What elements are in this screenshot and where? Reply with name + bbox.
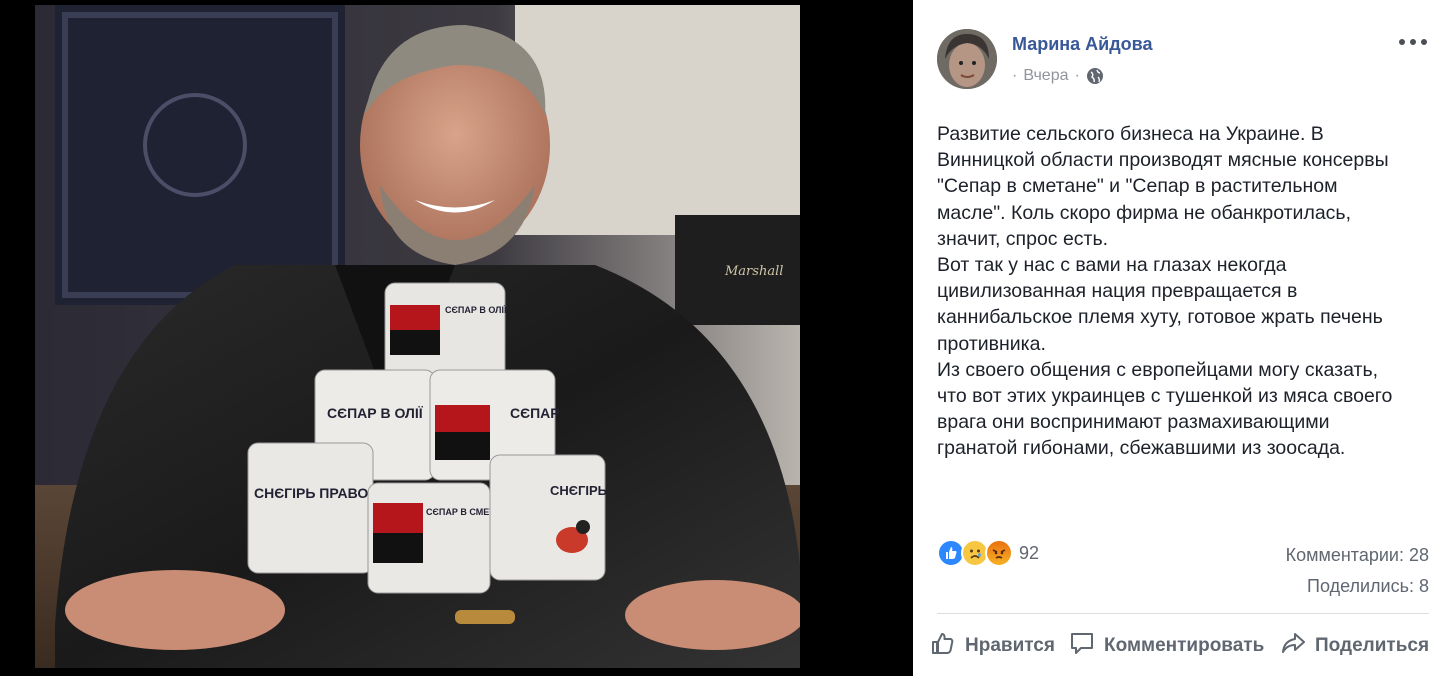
comment-bubble-icon	[1068, 629, 1096, 663]
meta-separator: ·	[1074, 67, 1080, 84]
share-label: Поделиться	[1315, 635, 1430, 656]
author-name[interactable]: Марина Айдова	[1012, 34, 1153, 55]
can-label: СЄПАР В ОЛІЇ	[327, 405, 424, 421]
divider	[937, 613, 1429, 614]
post-text-line: Развитие сельского бизнеса на Украине. В	[937, 123, 1324, 145]
share-button[interactable]: Поделиться	[1279, 630, 1429, 662]
more-options-icon[interactable]	[1399, 34, 1427, 50]
post-text-line: что вот этих украинцев с тушенкой из мяс…	[937, 385, 1393, 408]
meta-separator: ·	[1012, 67, 1018, 84]
post-text: Развитие сельского бизнеса на Украине. В…	[937, 121, 1437, 462]
comment-button[interactable]: Комментировать	[1068, 630, 1264, 662]
post-text-line: цивилизованная нация превращается в	[937, 280, 1298, 303]
post-text-line: "Сепар в сметане" и "Сепар в растительно…	[937, 175, 1338, 198]
post-text-line: Из своего общения с европейцами могу ска…	[937, 358, 1379, 381]
share-arrow-icon	[1279, 629, 1307, 663]
post-text-line: каннибальское племя хуту, готовое жрать …	[937, 306, 1383, 329]
post-text-line: значит, спрос есть.	[937, 227, 1109, 250]
can-label: СЄПАР	[510, 405, 560, 421]
post-text-line: врага они воспринимают размахивающими	[937, 411, 1330, 434]
reactions-summary[interactable]: 92	[937, 539, 1039, 567]
post-meta: · Вчера ·	[1012, 67, 1104, 85]
photo-viewer: Marshall СЄПАР В ОЛІЇ СЄПАР В ОЛІЇ СЄПАР…	[0, 0, 913, 676]
photo-illustration: Marshall СЄПАР В ОЛІЇ СЄПАР В ОЛІЇ СЄПАР…	[35, 5, 800, 668]
post-sidebar: Марина Айдова · Вчера · Развитие сельско…	[913, 0, 1453, 676]
can-label: СНЄГІРЬ	[550, 483, 607, 498]
amp-brand: Marshall	[724, 264, 783, 279]
post-photo[interactable]: Marshall СЄПАР В ОЛІЇ СЄПАР В ОЛІЇ СЄПАР…	[35, 5, 800, 668]
like-button[interactable]: Нравится	[929, 630, 1055, 662]
shares-count[interactable]: Поделились: 8	[1307, 576, 1429, 597]
post-text-line: Винницкой области производят мясные конс…	[937, 149, 1389, 172]
post-text-line: гранатой гибонами, сбежавшими из зоосада…	[937, 437, 1346, 460]
post-text-line: масле". Коль скоро фирма не обанкротилас…	[937, 201, 1351, 224]
post-timestamp[interactable]: Вчера	[1023, 67, 1068, 85]
globe-icon[interactable]	[1086, 67, 1104, 85]
post-text-line: противника.	[937, 332, 1046, 355]
angry-icon	[985, 539, 1013, 567]
can-label: СЄПАР В ОЛІЇ	[445, 305, 507, 315]
can-label: СНЄГІРЬ ПРАВО	[254, 485, 368, 501]
post-text-line: Вот так у нас с вами на глазах некогда	[937, 254, 1287, 277]
avatar[interactable]	[937, 29, 997, 89]
bullet	[455, 610, 515, 624]
comments-count[interactable]: Комментарии: 28	[1286, 545, 1429, 566]
like-label: Нравится	[965, 635, 1055, 656]
reaction-count: 92	[1019, 542, 1040, 563]
thumbs-up-icon	[929, 629, 957, 663]
comment-label: Комментировать	[1104, 635, 1265, 656]
avatar-image	[937, 29, 997, 89]
